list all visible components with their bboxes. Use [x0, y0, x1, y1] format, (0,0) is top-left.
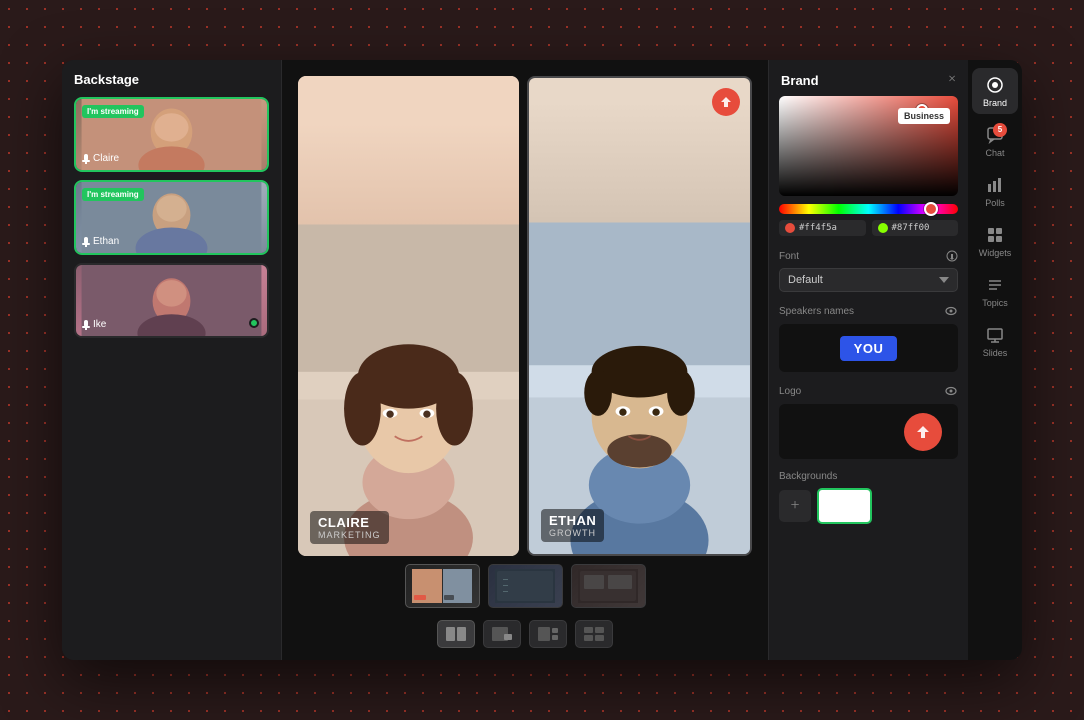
polls-icon — [985, 175, 1005, 195]
nav-topics-label: Topics — [982, 298, 1008, 308]
svg-text:—: — — [503, 589, 508, 595]
stage-thumb-1[interactable] — [405, 564, 480, 608]
ethan-name: ETHAN — [549, 513, 596, 528]
color-input-1[interactable]: #ff4f5a — [779, 220, 866, 236]
claire-role: MARKETING — [318, 530, 381, 540]
ethan-role: GROWTH — [549, 528, 596, 538]
font-label: Font — [779, 250, 958, 262]
app-window: Backstage I'm streaming Claire — [62, 60, 1022, 660]
video-tile-ethan: ETHAN GROWTH — [527, 76, 752, 556]
layout-pip[interactable] — [483, 620, 521, 648]
swatch-hex-1: #ff4f5a — [799, 223, 837, 233]
nav-item-widgets[interactable]: Widgets — [972, 218, 1018, 264]
backstage-panel: Backstage I'm streaming Claire — [62, 60, 282, 660]
stage-thumb-2[interactable]: — — — — [488, 564, 563, 608]
main-stage: CLAIRE MARKETING — [282, 60, 768, 660]
layout-single[interactable] — [529, 620, 567, 648]
speakers-names-label: Speakers names — [779, 304, 958, 318]
backgrounds-row: + — [779, 488, 958, 524]
name-label-ethan: Ethan — [82, 236, 119, 247]
brand-icon — [985, 75, 1005, 95]
video-area: CLAIRE MARKETING — [282, 60, 768, 564]
color-input-2[interactable]: #87ff00 — [872, 220, 959, 236]
speakers-box: YOU — [779, 324, 958, 372]
speakers-visibility-icon[interactable] — [944, 304, 958, 318]
backstage-guest-ethan[interactable]: I'm streaming Ethan — [74, 180, 269, 255]
swatch-dot-1 — [785, 223, 795, 233]
video-tile-claire: CLAIRE MARKETING — [298, 76, 519, 556]
nav-item-brand[interactable]: Brand — [972, 68, 1018, 114]
widgets-icon — [985, 225, 1005, 245]
font-select[interactable]: Default — [779, 268, 958, 292]
claire-name: CLAIRE — [318, 515, 381, 530]
layout-controls — [282, 616, 768, 660]
chat-icon-container: 5 — [985, 125, 1005, 145]
nav-widgets-label: Widgets — [979, 248, 1012, 258]
nav-item-chat[interactable]: 5 Chat — [972, 118, 1018, 164]
topics-icon — [985, 275, 1005, 295]
layout-two-column[interactable] — [437, 620, 475, 648]
brand-text-field[interactable]: Business — [898, 108, 950, 124]
you-badge: YOU — [840, 336, 898, 361]
color-inputs: #ff4f5a #87ff00 — [769, 220, 968, 244]
chat-badge: 5 — [993, 123, 1007, 137]
color-picker[interactable]: Business — [779, 96, 958, 196]
name-label-ike: Ike — [82, 319, 106, 330]
ethan-name-bar: ETHAN GROWTH — [541, 509, 604, 542]
logo-circle — [904, 413, 942, 451]
name-label-claire: Claire — [82, 153, 119, 164]
stage-thumb-3[interactable] — [571, 564, 646, 608]
brand-title: Brand — [781, 73, 819, 88]
speakers-names-section: Speakers names YOU — [769, 298, 968, 378]
logo-section: Logo — [769, 378, 968, 465]
logo-box — [779, 404, 958, 459]
backstage-guest-claire[interactable]: I'm streaming Claire — [74, 97, 269, 172]
streaming-badge-ethan: I'm streaming — [82, 188, 144, 201]
logo-label: Logo — [779, 384, 958, 398]
nav-chat-label: Chat — [985, 148, 1004, 158]
backstage-title: Backstage — [74, 72, 269, 87]
claire-name-bar: CLAIRE MARKETING — [310, 511, 389, 544]
right-nav: Brand 5 Chat Polls — [968, 60, 1022, 660]
layout-quad[interactable] — [575, 620, 613, 648]
hue-thumb[interactable] — [924, 202, 938, 216]
slides-icon — [985, 325, 1005, 345]
hue-slider[interactable] — [779, 204, 958, 214]
brand-panel: Brand × Business #ff4f5a #87ff00 — [768, 60, 968, 660]
nav-brand-label: Brand — [983, 98, 1007, 108]
backgrounds-section: Backgrounds + — [769, 465, 968, 536]
font-section: Font Default — [769, 244, 968, 298]
swatch-dot-2 — [878, 223, 888, 233]
streaming-badge-claire: I'm streaming — [82, 105, 144, 118]
logo-visibility-icon[interactable] — [944, 384, 958, 398]
video-logo-btn[interactable] — [712, 88, 740, 116]
backstage-guest-ike[interactable]: Ike — [74, 263, 269, 338]
bg-add-button[interactable]: + — [779, 490, 811, 522]
font-reset-icon[interactable] — [946, 250, 958, 262]
stage-thumbnails: — — — — [282, 564, 768, 616]
nav-slides-label: Slides — [983, 348, 1008, 358]
bg-thumb-white[interactable] — [817, 488, 872, 524]
online-dot-ike — [249, 318, 259, 328]
brand-header: Brand × — [769, 60, 968, 96]
swatch-hex-2: #87ff00 — [892, 223, 930, 233]
nav-item-slides[interactable]: Slides — [972, 318, 1018, 364]
nav-polls-label: Polls — [985, 198, 1005, 208]
nav-item-topics[interactable]: Topics — [972, 268, 1018, 314]
nav-item-polls[interactable]: Polls — [972, 168, 1018, 214]
brand-close-button[interactable]: × — [948, 72, 956, 88]
backgrounds-label: Backgrounds — [779, 471, 958, 482]
